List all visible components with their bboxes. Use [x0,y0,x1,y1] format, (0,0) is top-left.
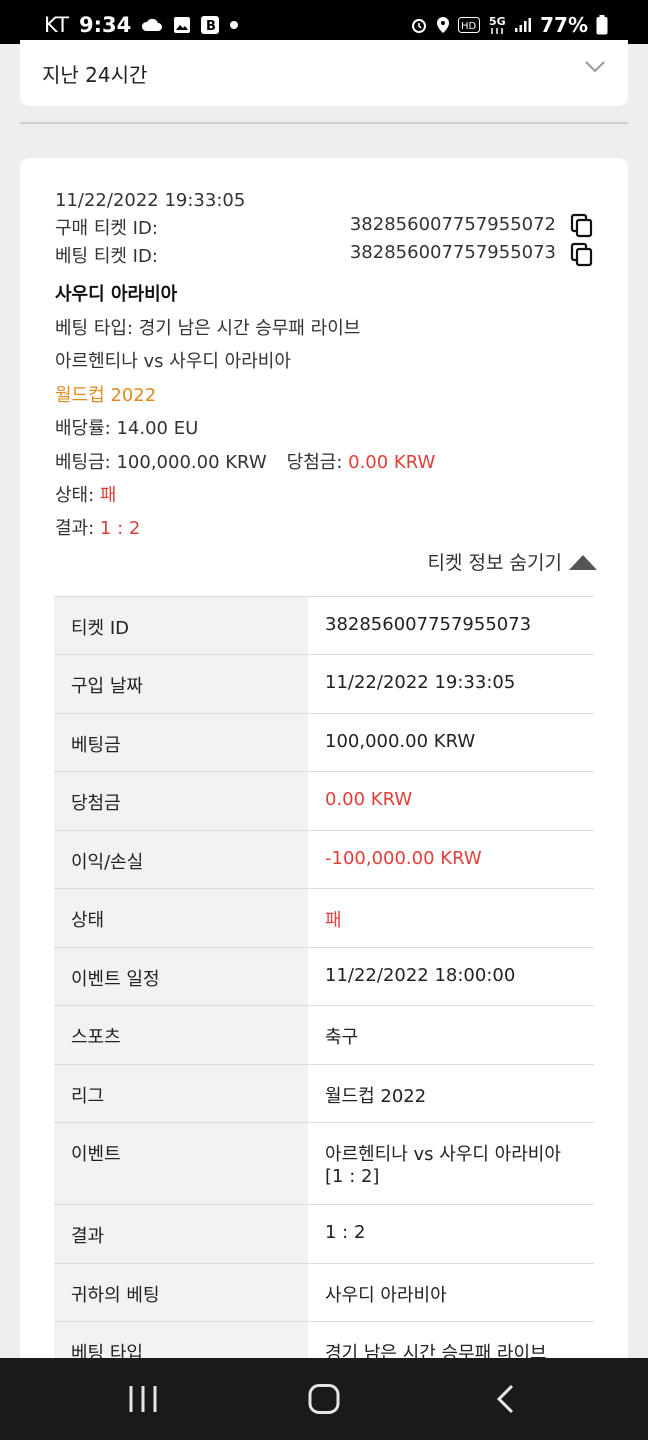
time-range-selected: 지난 24시간 [42,63,148,87]
gallery-icon [174,17,191,33]
table-row: 구입 날짜 11/22/2022 19:33:05 [54,654,594,714]
purchase-id-value: 382856007757955072 [349,214,556,235]
table-row: 상태 패 [54,888,594,948]
table-row: 귀하의 베팅 사우디 아라비아 [54,1263,594,1322]
table-row: 이벤트 아르헨티나 vs 사우디 아라비아 [1 : 2] [54,1122,594,1205]
league-line: 월드컵 2022 [55,385,157,406]
location-icon [437,17,450,33]
carrier-label: KT [44,13,69,37]
table-row: 베팅금 100,000.00 KRW [54,713,594,772]
result-value: 1 : 2 [99,518,141,539]
hd-icon: HD [458,17,481,33]
detail-key: 결과 [54,1204,308,1264]
table-row: 당첨금 0.00 KRW [54,771,594,831]
detail-key: 리그 [54,1064,308,1123]
system-nav-bar [0,1358,648,1440]
svg-text:HD: HD [461,21,477,32]
detail-value: 0.00 KRW [308,771,594,831]
svg-text:5G: 5G [489,15,506,28]
battery-percent: 77% [540,13,588,37]
table-row: 티켓 ID 382856007757955073 [54,596,594,655]
status-label: 상태: [55,485,95,506]
detail-value: 11/22/2022 19:33:05 [308,654,594,714]
battery-icon [596,15,608,35]
ticket-details-table: 티켓 ID 382856007757955073 구입 날짜 11/22/2022 1… [54,596,594,1380]
status-line: 상태: 패 [55,481,116,507]
detail-key: 이벤트 일정 [54,947,308,1006]
purchase-id-label: 구매 티켓 ID: [55,218,158,239]
clock: 9:34 [78,13,132,37]
detail-key: 베팅금 [54,713,308,772]
bet-type-line: 베팅 타입: 경기 남은 시간 승무패 라이브 [55,318,361,339]
detail-key: 상태 [54,888,308,948]
time-range-dropdown[interactable]: 지난 24시간 [20,40,628,106]
detail-key: 당첨금 [54,771,308,831]
detail-value: 11/22/2022 18:00:00 [308,947,594,1006]
section-divider [20,122,628,124]
detail-value: 축구 [308,1005,594,1065]
table-row: 리그 월드컵 2022 [54,1064,594,1123]
chevron-down-icon[interactable] [584,60,606,74]
table-row: 스포츠 축구 [54,1005,594,1065]
detail-value: 100,000.00 KRW [308,713,594,772]
signal-icon [515,18,532,32]
detail-key: 이익/손실 [54,830,308,889]
alarm-icon [412,19,427,33]
hide-ticket-info-button[interactable]: 티켓 정보 숨기기 [428,548,598,575]
match-line: 아르헨티나 vs 사우디 아라비아 [55,351,291,372]
win-value: 0.00 KRW [348,452,436,473]
detail-value: 1 : 2 [308,1204,594,1264]
detail-key: 이벤트 [54,1122,308,1205]
detail-value-line: 아르헨티나 vs 사우디 아라비아 [325,1144,561,1165]
detail-key: 구입 날짜 [54,654,308,714]
table-row: 결과 1 : 2 [54,1204,594,1264]
detail-key: 귀하의 베팅 [54,1263,308,1322]
detail-key: 티켓 ID [54,596,308,655]
5g-icon: 5G [489,15,506,34]
home-icon[interactable] [308,1384,340,1414]
triangle-up-icon [569,554,597,570]
recent-apps-icon[interactable] [128,1384,158,1414]
detail-value: 아르헨티나 vs 사우디 아라비아 [1 : 2] [308,1122,594,1205]
copy-icon[interactable] [570,242,594,268]
back-icon[interactable] [494,1384,518,1414]
stake-text: 베팅금: 100,000.00 KRW [55,452,267,473]
svg-text:B: B [206,19,216,34]
ticket-card: 11/22/2022 19:33:05 구매 티켓 ID: 3828560077… [20,158,628,1418]
bet-id-value: 382856007757955073 [349,242,556,263]
odds-line: 배당률: 14.00 EU [55,418,199,439]
detail-value: 사우디 아라비아 [308,1263,594,1322]
detail-value-line: [1 : 2] [325,1166,380,1187]
stake-win-line: 베팅금: 100,000.00 KRW 당첨금: 0.00 KRW [55,448,435,474]
detail-value: -100,000.00 KRW [308,830,594,889]
ticket-datetime: 11/22/2022 19:33:05 [55,190,246,211]
result-line: 결과: 1 : 2 [55,514,140,540]
table-row: 이벤트 일정 11/22/2022 18:00:00 [54,947,594,1006]
detail-value: 382856007757955073 [308,596,594,655]
ticket-selection: 사우디 아라비아 [55,284,178,305]
detail-value: 패 [308,888,594,948]
result-label: 결과: [55,518,95,539]
bet-id-label: 베팅 티켓 ID: [55,246,158,267]
dot-icon [230,21,239,29]
hide-ticket-info-label: 티켓 정보 숨기기 [427,552,562,574]
win-label: 당첨금: [286,452,343,473]
copy-icon[interactable] [570,213,594,239]
detail-key: 스포츠 [54,1005,308,1065]
cloud-icon [142,18,163,31]
status-bar: KT 9:34 B HD 5G 77% [0,0,648,44]
detail-value: 월드컵 2022 [308,1064,594,1123]
b-app-icon: B [201,16,220,34]
table-row: 이익/손실 -100,000.00 KRW [54,830,594,889]
status-value: 패 [99,485,117,506]
